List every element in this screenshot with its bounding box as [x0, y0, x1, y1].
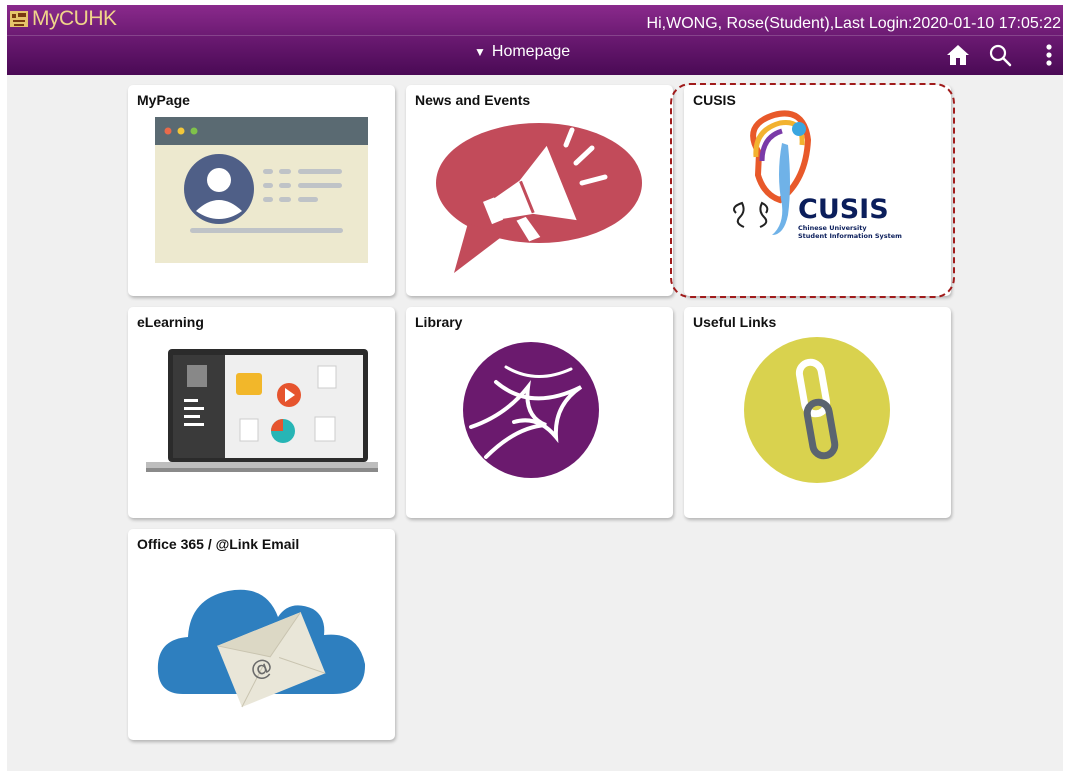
tile-library[interactable]: Library [406, 307, 673, 518]
tile-useful-links[interactable]: Useful Links [684, 307, 951, 518]
megaphone-icon [436, 123, 642, 273]
homepage-label: Homepage [491, 43, 571, 60]
logo-text: MyCUHK [32, 7, 117, 30]
library-bird-emblem-icon [463, 342, 599, 478]
user-greeting: Hi,WONG, Rose(Student),Last Login:2020-0… [646, 15, 1061, 32]
search-button[interactable] [986, 41, 1014, 69]
more-vertical-icon [1046, 44, 1052, 66]
tile-cusis[interactable]: CUSIS CUSIS Chinese University Student I… [684, 85, 951, 296]
home-icon [947, 45, 969, 65]
profile-page-icon [155, 117, 368, 263]
mycuhk-logo[interactable]: MyCUHK [9, 7, 117, 31]
top-banner: MyCUHK Hi,WONG, Rose(Student),Last Login… [7, 5, 1063, 75]
homepage-dropdown[interactable]: ▼ Homepage [474, 43, 570, 61]
more-options-button[interactable] [1035, 41, 1063, 69]
cusis-logo-line1: Chinese University [798, 224, 867, 232]
cusis-logo-icon: CUSIS Chinese University Student Informa… [733, 110, 902, 240]
cusis-logo-line2: Student Information System [798, 232, 902, 240]
cloud-envelope-icon: @ [157, 589, 366, 708]
cusis-logo-word: CUSIS [798, 194, 889, 225]
app-window: MyCUHK Hi,WONG, Rose(Student),Last Login… [7, 5, 1063, 771]
chain-link-icon [744, 337, 890, 483]
laptop-icon [146, 349, 378, 472]
home-button[interactable] [944, 41, 972, 69]
tile-news-events[interactable]: News and Events [406, 85, 673, 296]
tile-elearning[interactable]: eLearning [128, 307, 395, 518]
tile-mypage[interactable]: MyPage [128, 85, 395, 296]
header-divider [7, 35, 1063, 36]
tile-office365-email[interactable]: Office 365 / @Link Email @ [128, 529, 395, 740]
cuhk-emblem-icon [10, 11, 28, 27]
search-icon [989, 44, 1012, 67]
caret-down-icon: ▼ [474, 45, 486, 59]
